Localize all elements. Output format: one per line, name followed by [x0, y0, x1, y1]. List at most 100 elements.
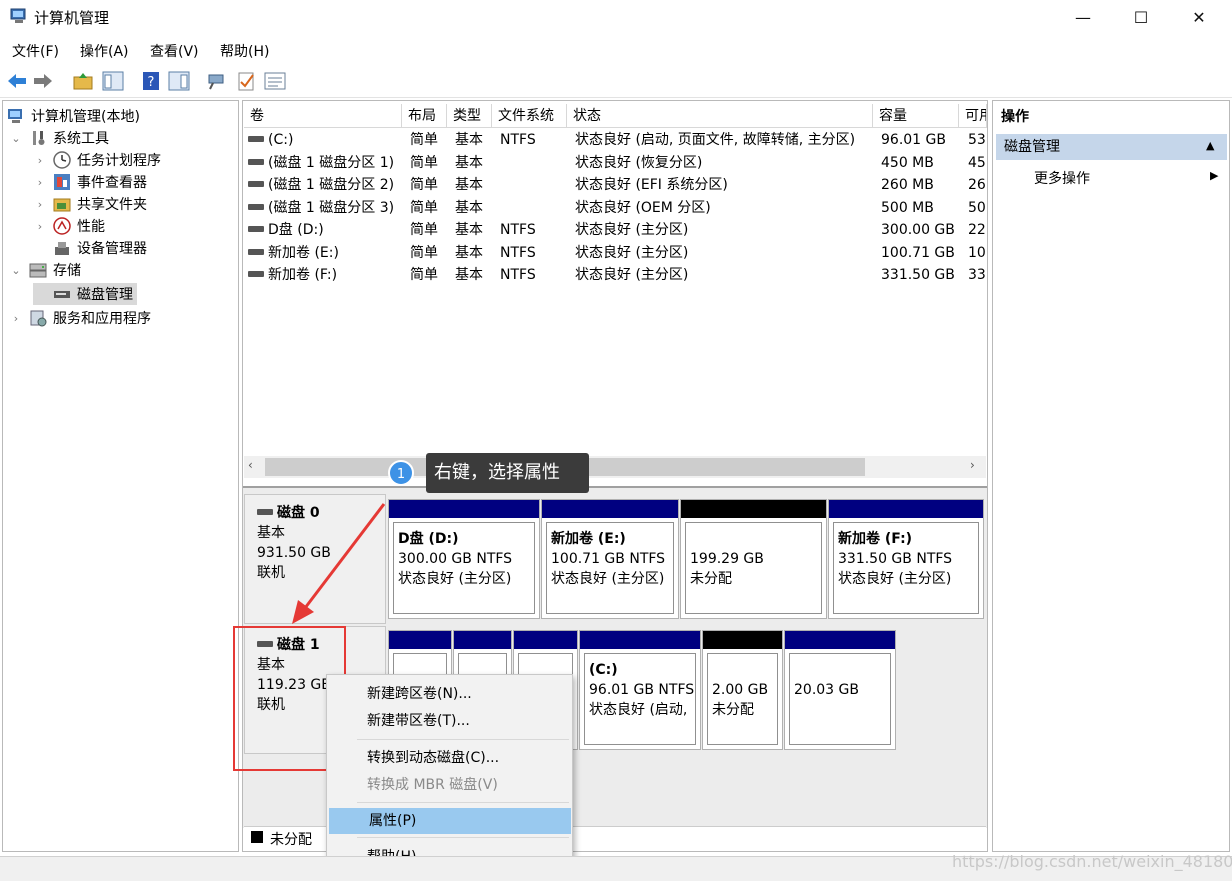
table-cell[interactable] — [500, 197, 570, 219]
menu-item-new-spanned[interactable]: 新建跨区卷(N)... — [327, 681, 572, 707]
table-cell[interactable]: 96.01 GB — [881, 129, 959, 151]
table-cell[interactable]: 260 MB — [881, 174, 959, 196]
partition-c[interactable]: (C:) 96.01 GB NTFS 状态良好 (启动, — [579, 630, 701, 750]
table-cell[interactable]: 100.71 GB — [881, 242, 959, 264]
table-cell[interactable]: 10 — [968, 242, 988, 264]
volume-name-cell[interactable]: (磁盘 1 磁盘分区 1) — [248, 152, 398, 174]
show-hide-action-pane-icon[interactable] — [168, 70, 190, 92]
partition-f[interactable]: 新加卷 (F:) 331.50 GB NTFS 状态良好 (主分区) — [828, 499, 984, 619]
chevron-down-icon[interactable]: ⌄ — [9, 264, 23, 277]
table-cell[interactable]: 基本 — [455, 219, 495, 241]
partition-unallocated-disk0[interactable]: 199.29 GB 未分配 — [680, 499, 827, 619]
chevron-right-icon[interactable]: › — [33, 220, 47, 233]
chevron-down-icon[interactable]: ⌄ — [9, 132, 23, 145]
menu-file[interactable]: 文件(F) — [12, 41, 59, 61]
chevron-right-icon[interactable]: › — [33, 176, 47, 189]
minimize-button[interactable]: — — [1060, 0, 1106, 34]
menu-item-new-striped[interactable]: 新建带区卷(T)... — [327, 708, 572, 734]
column-header-volume[interactable]: 卷 — [244, 104, 402, 128]
menu-item-convert-dynamic[interactable]: 转换到动态磁盘(C)... — [327, 745, 572, 771]
table-cell[interactable]: NTFS — [500, 242, 570, 264]
table-cell[interactable]: 简单 — [410, 264, 450, 286]
column-header-layout[interactable]: 布局 — [402, 104, 447, 128]
table-cell[interactable]: 基本 — [455, 242, 495, 264]
table-cell[interactable]: 基本 — [455, 152, 495, 174]
table-cell[interactable]: 状态良好 (主分区) — [575, 242, 873, 264]
forward-arrow-icon[interactable] — [32, 70, 54, 92]
chevron-right-icon[interactable]: › — [33, 154, 47, 167]
table-cell[interactable]: NTFS — [500, 129, 570, 151]
column-header-status[interactable]: 状态 — [567, 104, 873, 128]
table-cell[interactable]: 简单 — [410, 152, 450, 174]
tree-item-performance[interactable]: › 性能 — [33, 215, 105, 237]
column-header-filesystem[interactable]: 文件系统 — [492, 104, 567, 128]
tree-item-storage[interactable]: ⌄ 存储 — [9, 259, 81, 281]
table-cell[interactable]: 状态良好 (OEM 分区) — [575, 197, 873, 219]
column-header-capacity[interactable]: 容量 — [873, 104, 959, 128]
table-cell[interactable] — [500, 152, 570, 174]
table-cell[interactable]: 300.00 GB — [881, 219, 959, 241]
table-cell[interactable]: 简单 — [410, 174, 450, 196]
table-cell[interactable]: 26 — [968, 174, 988, 196]
volume-name-cell[interactable]: (磁盘 1 磁盘分区 3) — [248, 197, 398, 219]
table-cell[interactable]: 状态良好 (EFI 系统分区) — [575, 174, 873, 196]
table-cell[interactable] — [500, 174, 570, 196]
column-header-type[interactable]: 类型 — [447, 104, 492, 128]
more-actions-link[interactable]: 更多操作 — [1034, 168, 1090, 188]
table-cell[interactable]: 22 — [968, 219, 988, 241]
partition-unallocated-disk1[interactable]: 2.00 GB 未分配 — [702, 630, 783, 750]
tree-item-device-manager[interactable]: 设备管理器 — [33, 237, 147, 259]
table-cell[interactable]: 450 MB — [881, 152, 959, 174]
volume-name-cell[interactable]: (C:) — [248, 129, 398, 151]
close-button[interactable]: ✕ — [1176, 0, 1222, 34]
table-cell[interactable]: 331.50 GB — [881, 264, 959, 286]
partition-20gb[interactable]: 20.03 GB — [784, 630, 896, 750]
tree-item-shared-folders[interactable]: › 共享文件夹 — [33, 193, 147, 215]
chevron-right-icon[interactable]: › — [33, 198, 47, 211]
collapse-up-icon[interactable]: ▲ — [1206, 139, 1214, 152]
menu-help[interactable]: 帮助(H) — [220, 41, 269, 61]
check-icon[interactable] — [236, 70, 258, 92]
table-cell[interactable]: 简单 — [410, 129, 450, 151]
table-cell[interactable]: 基本 — [455, 264, 495, 286]
show-hide-tree-icon[interactable] — [102, 70, 124, 92]
actions-section-disk-management[interactable]: 磁盘管理 — [996, 134, 1227, 160]
table-cell[interactable]: 基本 — [455, 197, 495, 219]
tree-item-task-scheduler[interactable]: › 任务计划程序 — [33, 149, 161, 171]
volume-name-cell[interactable]: 新加卷 (E:) — [248, 242, 398, 264]
volume-name-cell[interactable]: (磁盘 1 磁盘分区 2) — [248, 174, 398, 196]
back-arrow-icon[interactable] — [6, 70, 28, 92]
properties-list-icon[interactable] — [264, 70, 286, 92]
table-cell[interactable]: 53 — [968, 129, 988, 151]
scroll-right-icon[interactable]: › — [970, 458, 975, 472]
table-cell[interactable]: NTFS — [500, 219, 570, 241]
table-cell[interactable]: 45 — [968, 152, 988, 174]
up-folder-icon[interactable] — [72, 70, 94, 92]
scroll-left-icon[interactable]: ‹ — [248, 458, 253, 472]
volume-name-cell[interactable]: 新加卷 (F:) — [248, 264, 398, 286]
table-cell[interactable]: 状态良好 (主分区) — [575, 264, 873, 286]
table-cell[interactable]: 简单 — [410, 219, 450, 241]
tree-item-disk-management[interactable]: 磁盘管理 — [33, 283, 137, 305]
table-cell[interactable]: 简单 — [410, 197, 450, 219]
table-cell[interactable]: 状态良好 (主分区) — [575, 219, 873, 241]
table-cell[interactable]: 基本 — [455, 129, 495, 151]
table-cell[interactable]: 简单 — [410, 242, 450, 264]
partition-e[interactable]: 新加卷 (E:) 100.71 GB NTFS 状态良好 (主分区) — [541, 499, 679, 619]
partition-d[interactable]: D盘 (D:) 300.00 GB NTFS 状态良好 (主分区) — [388, 499, 540, 619]
table-cell[interactable]: 基本 — [455, 174, 495, 196]
tree-item-system-tools[interactable]: ⌄ 系统工具 — [9, 127, 109, 149]
tree-item-services-apps[interactable]: › 服务和应用程序 — [9, 307, 151, 329]
tree-root[interactable]: 计算机管理(本地) — [7, 105, 140, 127]
table-cell[interactable]: 状态良好 (恢复分区) — [575, 152, 873, 174]
table-cell[interactable]: NTFS — [500, 264, 570, 286]
help-icon[interactable]: ? — [140, 70, 162, 92]
chevron-right-icon[interactable]: › — [9, 312, 23, 325]
submenu-arrow-icon[interactable]: ▶ — [1210, 169, 1218, 182]
column-header-free[interactable]: 可用 — [959, 104, 987, 128]
table-cell[interactable]: 状态良好 (启动, 页面文件, 故障转储, 主分区) — [575, 129, 873, 151]
menu-view[interactable]: 查看(V) — [150, 41, 199, 61]
table-cell[interactable]: 33 — [968, 264, 988, 286]
table-cell[interactable]: 50 — [968, 197, 988, 219]
table-cell[interactable]: 500 MB — [881, 197, 959, 219]
